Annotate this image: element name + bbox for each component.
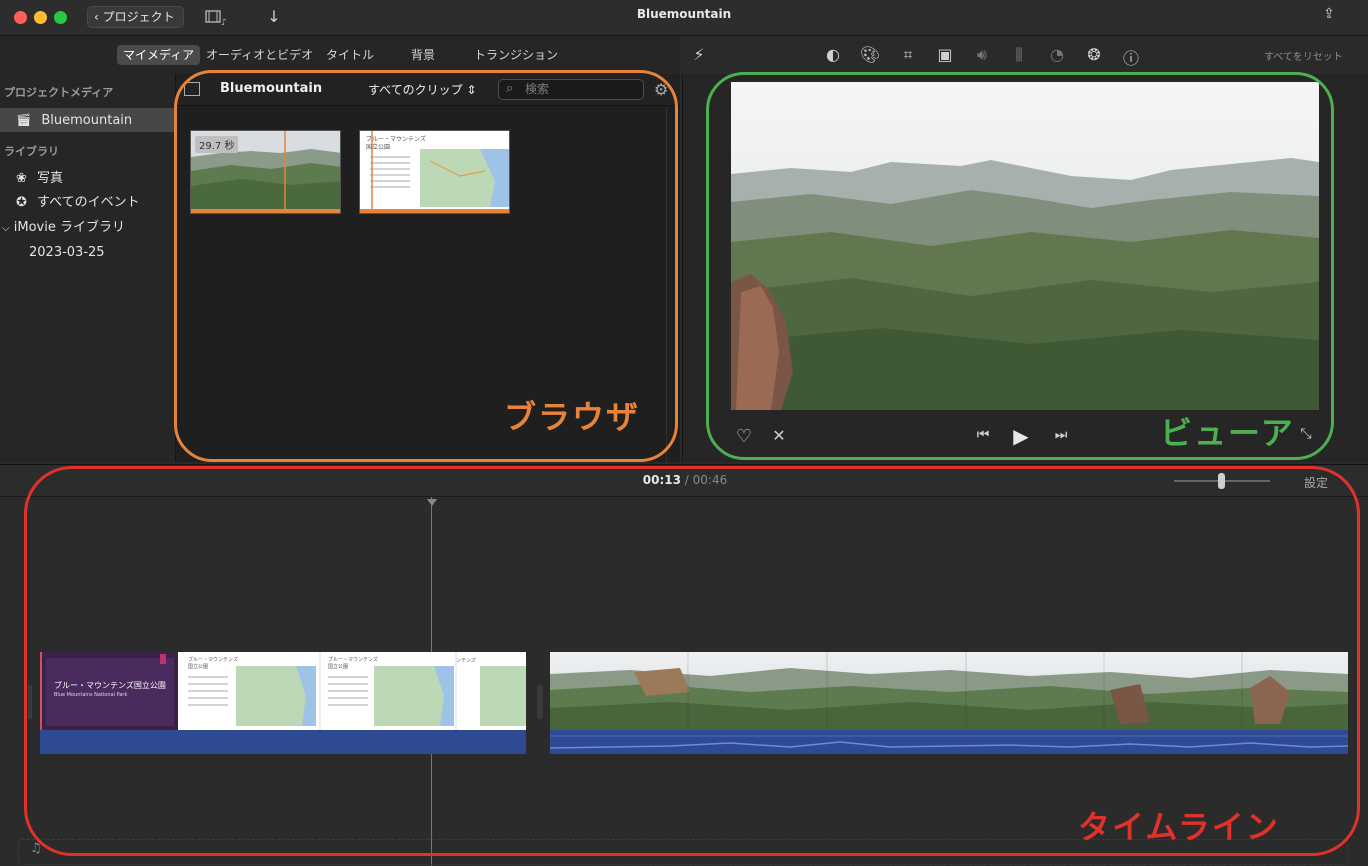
chevron-down-icon: ⌵: [2, 223, 10, 234]
toggle-sidebar-icon[interactable]: [184, 82, 200, 96]
chevron-left-icon: ‹: [94, 10, 99, 24]
color-palette-icon[interactable]: 🎨︎: [859, 45, 881, 64]
gear-icon[interactable]: ⚙: [654, 80, 668, 99]
clip-trim-handle-left[interactable]: [28, 685, 32, 719]
play-icon[interactable]: ▶: [1010, 424, 1032, 448]
projects-back-label: プロジェクト: [102, 10, 175, 24]
skip-forward-icon[interactable]: ⏭︎: [1050, 427, 1072, 443]
clip-trim-handle-right[interactable]: [537, 685, 543, 719]
timeline-annotation-label: タイムライン: [1078, 808, 1280, 846]
tab-audio-video[interactable]: オーディオとビデオ: [200, 45, 319, 65]
timeline-clip-title-and-map[interactable]: ブルー・マウンテンズ国立公園 Blue Mountains National P…: [40, 652, 526, 754]
window-title: Bluemountain: [636, 7, 732, 21]
browser-clip-map[interactable]: ブルー・マウンテンズ 国立公園: [359, 130, 510, 214]
map-clip-title-a: ブルー・マウンテンズ 国立公園: [188, 657, 238, 671]
zoom-slider-thumb[interactable]: [1218, 473, 1225, 489]
sidebar-item-project[interactable]: 🎬︎ Bluemountain: [16, 109, 132, 131]
music-note-icon: ♫: [30, 841, 42, 856]
clapperboard-icon: 🎬︎: [16, 113, 32, 127]
time-separator: /: [684, 473, 689, 487]
tab-transitions[interactable]: トランジション: [468, 45, 564, 65]
skip-back-icon[interactable]: ⏮︎: [972, 427, 994, 443]
map-clip-title-b-line1: ブルー・マウンテンズ: [328, 657, 378, 663]
media-library-icon[interactable]: ♪: [205, 7, 231, 28]
map-clip-title-c: ンテンズ: [456, 658, 476, 664]
browser-clip-video[interactable]: 29.7 秒: [190, 130, 341, 214]
clip-filter-icon[interactable]: ❂: [1083, 45, 1105, 64]
sidebar-item-imovie-library-label: iMovie ライブラリ: [13, 220, 125, 235]
speed-gauge-icon[interactable]: ◔: [1046, 45, 1068, 64]
current-time: 00:13: [642, 473, 681, 487]
map-clip-title-a-line1: ブルー・マウンテンズ: [188, 657, 238, 663]
timeline-header: 00:13 / 00:46 設定: [0, 464, 1368, 497]
viewer-preview-image: [731, 82, 1319, 410]
media-tab-bar: マイメディア オーディオとビデオ タイトル 背景 トランジション: [0, 36, 680, 74]
tab-titles[interactable]: タイトル: [320, 45, 380, 65]
sidebar-item-all-events[interactable]: ✪ すべてのイベント: [16, 192, 140, 214]
volume-icon[interactable]: 🔊︎: [971, 45, 993, 65]
browser-toolbar: Bluemountain すべてのクリップ ⇕ 検索 ⌕ ⚙: [176, 74, 680, 106]
crop-icon[interactable]: ⌗: [897, 45, 919, 65]
star-box-icon: ✪: [16, 195, 27, 210]
reject-icon[interactable]: ✕: [768, 426, 790, 445]
map-clip-title-b-line2: 国立公園: [328, 664, 349, 670]
photos-icon: ❀: [16, 171, 27, 186]
sidebar-item-photos-label: 写真: [37, 171, 64, 186]
map-clip-title-b: ブルー・マウンテンズ 国立公園: [328, 657, 378, 671]
total-time: 00:46: [692, 473, 728, 487]
svg-text:♪: ♪: [221, 18, 227, 27]
timeline-settings-button[interactable]: 設定: [1304, 474, 1328, 491]
browser-scrollbar[interactable]: [666, 108, 667, 462]
library-header: ライブラリ: [4, 145, 59, 158]
clip-filter-select[interactable]: すべてのクリップ ⇕: [368, 81, 477, 98]
clip-filter-label: すべてのクリップ: [368, 83, 463, 97]
tab-my-media[interactable]: マイメディア: [117, 45, 201, 65]
magic-wand-icon[interactable]: ⚡︎: [688, 45, 710, 64]
heart-favorite-icon[interactable]: ♡: [733, 426, 755, 447]
search-icon: ⌕: [506, 81, 514, 96]
updown-chevron-icon: ⇕: [466, 83, 477, 97]
tab-backgrounds[interactable]: 背景: [405, 45, 441, 65]
sidebar-item-photos[interactable]: ❀ 写真: [16, 168, 63, 190]
zoom-window-button[interactable]: [54, 11, 67, 24]
timecode: 00:13 / 00:46: [600, 473, 770, 487]
clip-duration-badge: 29.7 秒: [195, 136, 239, 153]
sidebar-item-project-label: Bluemountain: [41, 113, 133, 128]
reset-all-button[interactable]: すべてをリセット: [1264, 48, 1343, 63]
timeline-clip-video[interactable]: [550, 652, 1348, 754]
title-clip-main-text: ブルー・マウンテンズ国立公園: [54, 681, 166, 690]
browser-annotation-label: ブラウザ: [504, 398, 641, 436]
sidebar-item-all-events-label: すべてのイベント: [37, 195, 140, 210]
stabilization-camera-icon[interactable]: ▣: [934, 45, 956, 64]
title-clip-sub-text: Blue Mountains National Park: [54, 692, 128, 698]
share-icon[interactable]: ⇪: [1318, 6, 1340, 22]
minimize-window-button[interactable]: [34, 11, 47, 24]
fullscreen-icon[interactable]: ⤡: [1295, 426, 1317, 442]
projects-back-button[interactable]: ‹ プロジェクト: [87, 6, 184, 28]
map-clip-title-a-line2: 国立公園: [188, 664, 209, 670]
color-balance-icon[interactable]: ◐: [822, 45, 844, 64]
viewer-toolbar: ⚡︎ ◐ 🎨︎ ⌗ ▣ 🔊︎ ⫼ ◔ ❂ ⓘ すべてをリセット: [682, 36, 1368, 74]
playhead-marker-icon: [427, 499, 437, 506]
viewer-panel: ♡ ✕ ⏮︎ ▶ ⏭︎ ⤡: [682, 74, 1368, 462]
sidebar-item-event-date[interactable]: 2023-03-25: [29, 242, 105, 264]
info-icon[interactable]: ⓘ: [1120, 45, 1142, 69]
close-window-button[interactable]: [14, 11, 27, 24]
equalizer-icon[interactable]: ⫼: [1008, 45, 1030, 65]
sidebar-item-imovie-library[interactable]: ⌵ iMovie ライブラリ: [2, 217, 125, 239]
import-icon[interactable]: ↓: [263, 7, 285, 26]
search-input[interactable]: 検索: [498, 79, 644, 100]
library-sidebar: プロジェクトメディア 🎬︎ Bluemountain ライブラリ ❀ 写真 ✪ …: [0, 74, 176, 462]
viewer-annotation-label: ビューア: [1160, 414, 1295, 452]
browser-title: Bluemountain: [220, 81, 323, 96]
title-bar: ‹ プロジェクト ♪ ↓ Bluemountain ⇪: [0, 0, 1368, 36]
project-media-header: プロジェクトメディア: [4, 86, 114, 99]
